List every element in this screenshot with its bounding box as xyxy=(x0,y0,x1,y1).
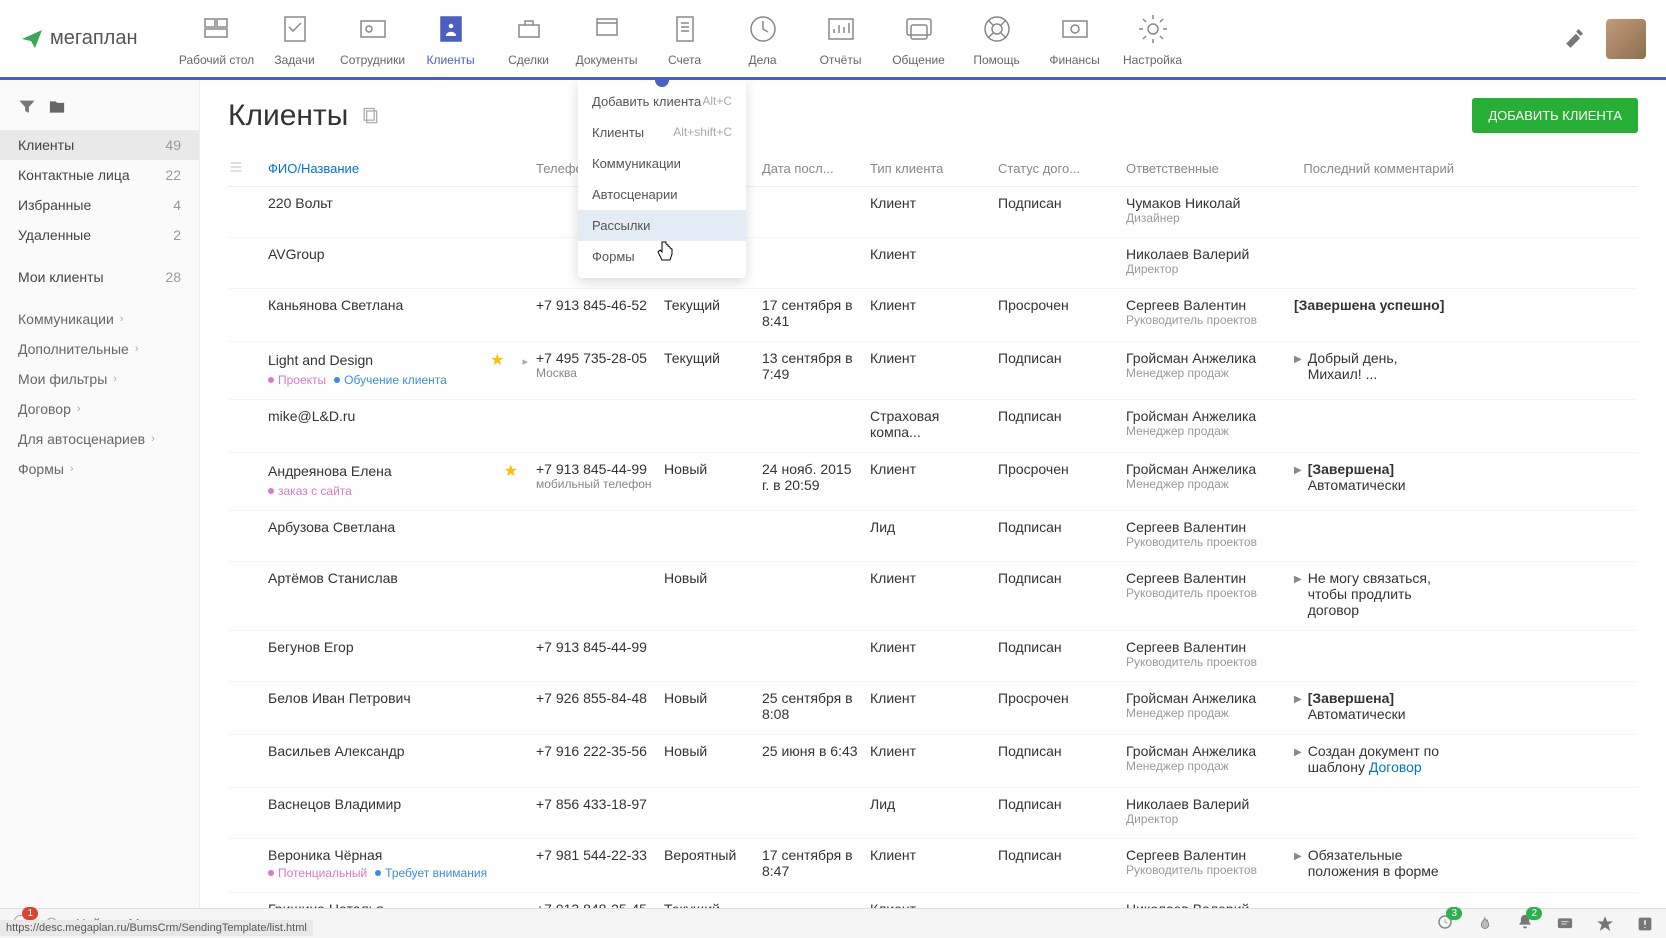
table-row[interactable]: Арбузова Светлана Лид Подписан Сергеев В… xyxy=(228,511,1638,562)
chevron-right-icon: › xyxy=(151,433,155,445)
table-header: ФИО/Название Телефоны Статус Дата посл..… xyxy=(228,151,1638,187)
nav-documents[interactable]: Документы xyxy=(568,11,646,67)
column-name[interactable]: ФИО/Название xyxy=(268,161,528,176)
sidebar-count: 28 xyxy=(165,269,181,285)
edit-icon[interactable] xyxy=(1564,28,1586,50)
logo-text: мегаплан xyxy=(50,27,138,50)
chevron-right-icon: ▸ xyxy=(522,356,528,368)
star-icon[interactable] xyxy=(1596,915,1614,933)
column-comment[interactable]: Последний комментарий xyxy=(1294,161,1454,176)
clients-dropdown: + Добавить клиентаAlt+CКлиентыAlt+shift+… xyxy=(578,80,746,278)
nav-desktop[interactable]: Рабочий стол xyxy=(178,11,256,67)
star-icon: ★ xyxy=(504,463,528,480)
chat-icon[interactable] xyxy=(1556,915,1574,933)
notification-icon[interactable]: 2 xyxy=(1516,913,1534,934)
sidebar-my-clients[interactable]: Мои клиенты 28 xyxy=(0,262,199,292)
status-url: https://desc.megaplan.ru/BumsCrm/Sending… xyxy=(0,920,313,936)
table-row[interactable]: Гришина Наталья +7 913 848-25-45 Текущий… xyxy=(228,893,1638,908)
paper-plane-icon xyxy=(20,27,44,51)
nav-settings[interactable]: Настройка xyxy=(1114,11,1192,67)
nav-employees[interactable]: Сотрудники xyxy=(334,11,412,67)
sidebar-item[interactable]: Клиенты49 xyxy=(0,130,199,160)
triangle-icon: ▶ xyxy=(1294,354,1302,365)
fire-icon[interactable] xyxy=(1476,915,1494,933)
nav-clients[interactable]: Клиенты xyxy=(412,11,490,67)
chevron-right-icon: › xyxy=(113,373,117,385)
table-row[interactable]: mike@L&D.ru Страховая компа... Подписан … xyxy=(228,400,1638,453)
chevron-right-icon: › xyxy=(70,463,74,475)
dropdown-item[interactable]: Добавить клиентаAlt+C xyxy=(578,86,746,117)
table-row[interactable]: Бегунов Егор +7 913 845-44-99 Клиент Под… xyxy=(228,631,1638,682)
sidebar-item[interactable]: Контактные лица22 xyxy=(0,160,199,190)
column-date[interactable]: Дата посл... xyxy=(762,161,862,176)
sidebar-sub[interactable]: Договор › xyxy=(0,394,199,424)
nav-reports[interactable]: Отчёты xyxy=(802,11,880,67)
add-client-button[interactable]: ДОБАВИТЬ КЛИЕНТА xyxy=(1472,98,1638,133)
logo[interactable]: мегаплан xyxy=(20,27,138,51)
triangle-icon: ▶ xyxy=(1294,747,1302,758)
table-row[interactable]: Каньянова Светлана +7 913 845-46-52 Теку… xyxy=(228,289,1638,342)
sidebar-sub[interactable]: Дополнительные › xyxy=(0,334,199,364)
copy-icon[interactable] xyxy=(360,106,380,126)
nav-affairs[interactable]: Дела xyxy=(724,11,802,67)
badge-count: 1 xyxy=(22,907,38,920)
chevron-right-icon: › xyxy=(135,343,139,355)
sidebar-item[interactable]: Избранные4 xyxy=(0,190,199,220)
sidebar-sub[interactable]: Мои фильтры › xyxy=(0,364,199,394)
column-contract[interactable]: Статус дого... xyxy=(998,161,1118,176)
sidebar-label: Мои клиенты xyxy=(18,269,104,285)
table-row[interactable]: Light and Design★▸ПроектыОбучение клиент… xyxy=(228,342,1638,400)
dropdown-item[interactable]: Коммуникации xyxy=(578,148,746,179)
nav-deals[interactable]: Сделки xyxy=(490,11,568,67)
content: Клиенты ДОБАВИТЬ КЛИЕНТА + Добавить клие… xyxy=(200,80,1666,908)
page-title: Клиенты xyxy=(228,99,380,133)
nav-chat[interactable]: Общение xyxy=(880,11,958,67)
add-folder-icon[interactable] xyxy=(48,98,66,116)
triangle-icon: ▶ xyxy=(1294,465,1302,476)
alert-icon[interactable] xyxy=(1636,915,1654,933)
table-row[interactable]: Васильев Александр +7 916 222-35-56 Новы… xyxy=(228,735,1638,788)
chevron-right-icon: › xyxy=(77,403,81,415)
table-row[interactable]: Белов Иван Петрович +7 926 855-84-48 Нов… xyxy=(228,682,1638,735)
sidebar: Клиенты49Контактные лица22Избранные4Удал… xyxy=(0,80,200,908)
dropdown-item[interactable]: Рассылки xyxy=(578,210,746,241)
filter-icon[interactable] xyxy=(18,98,36,116)
column-responsible[interactable]: Ответственные xyxy=(1126,161,1286,176)
table-row[interactable]: Андреянова Елена★заказ с сайта +7 913 84… xyxy=(228,453,1638,511)
sidebar-item[interactable]: Удаленные2 xyxy=(0,220,199,250)
sidebar-sub[interactable]: Для автосценариев › xyxy=(0,424,199,454)
triangle-icon: ▶ xyxy=(1294,574,1302,585)
dropdown-item[interactable]: КлиентыAlt+shift+C xyxy=(578,117,746,148)
table-row[interactable]: Васнецов Владимир +7 856 433-18-97 Лид П… xyxy=(228,788,1638,839)
badge-count: 2 xyxy=(1526,907,1542,920)
dropdown-item[interactable]: Формы xyxy=(578,241,746,272)
sidebar-sub[interactable]: Формы › xyxy=(0,454,199,484)
table-row[interactable]: Вероника ЧёрнаяПотенциальныйТребует вним… xyxy=(228,839,1638,893)
triangle-icon: ▶ xyxy=(1294,851,1302,862)
dropdown-item[interactable]: Автосценарии xyxy=(578,179,746,210)
triangle-icon: ▶ xyxy=(1294,694,1302,705)
star-icon: ★ xyxy=(490,352,514,369)
column-type[interactable]: Тип клиента xyxy=(870,161,990,176)
table-row[interactable]: 220 Вольт Вероятный Клиент Подписан Чума… xyxy=(228,187,1638,238)
nav-finance[interactable]: Финансы xyxy=(1036,11,1114,67)
table-row[interactable]: Артёмов Станислав Новый Клиент Подписан … xyxy=(228,562,1638,631)
badge-count: 3 xyxy=(1446,907,1462,920)
user-avatar[interactable] xyxy=(1606,19,1646,59)
nav-bills[interactable]: Счета xyxy=(646,11,724,67)
top-nav: мегаплан Рабочий столЗадачиСотрудникиКли… xyxy=(0,0,1666,80)
sidebar-sub[interactable]: Коммуникации › xyxy=(0,304,199,334)
chevron-right-icon: › xyxy=(120,313,124,325)
bell-icon[interactable]: 3 xyxy=(1436,913,1454,934)
table-row[interactable]: AVGroup Клиент Николаев ВалерийДиректор xyxy=(228,238,1638,289)
nav-tasks[interactable]: Задачи xyxy=(256,11,334,67)
columns-icon[interactable] xyxy=(228,159,244,175)
nav-help[interactable]: Помощь xyxy=(958,11,1036,67)
